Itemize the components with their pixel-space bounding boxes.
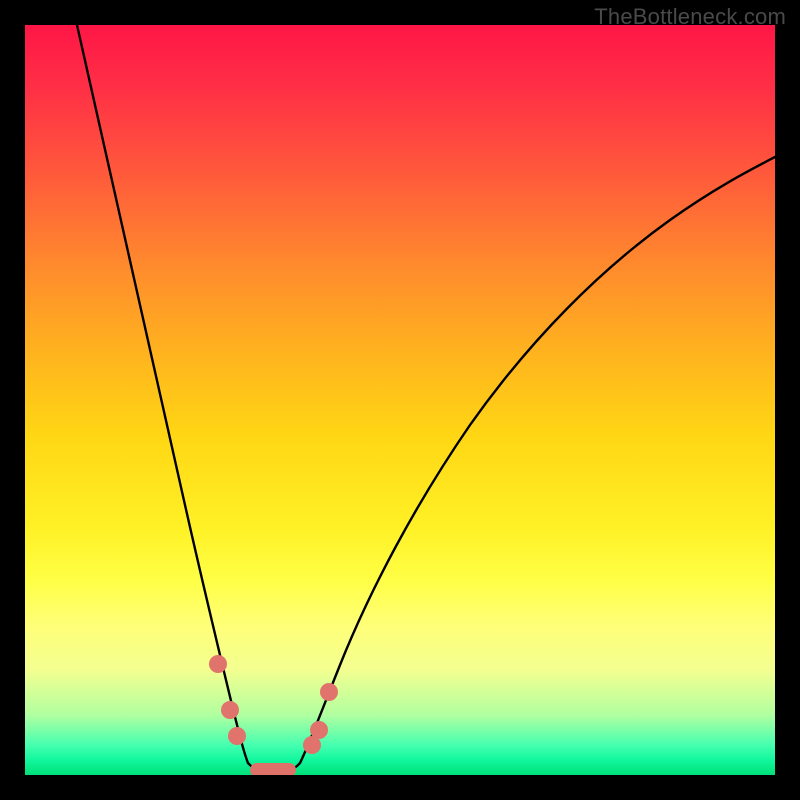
plot-area bbox=[25, 25, 775, 775]
marker-left-3 bbox=[228, 727, 246, 745]
marker-left-2 bbox=[221, 701, 239, 719]
marker-valley-capsule bbox=[250, 763, 296, 775]
marker-right-2 bbox=[310, 721, 328, 739]
marker-left-1 bbox=[209, 655, 227, 673]
chart-stage: TheBottleneck.com bbox=[0, 0, 800, 800]
marker-right-3 bbox=[320, 683, 338, 701]
watermark-text: TheBottleneck.com bbox=[594, 4, 786, 30]
curve-layer bbox=[25, 25, 775, 775]
curve-right-branch bbox=[300, 157, 775, 763]
curve-left-branch bbox=[77, 25, 248, 763]
